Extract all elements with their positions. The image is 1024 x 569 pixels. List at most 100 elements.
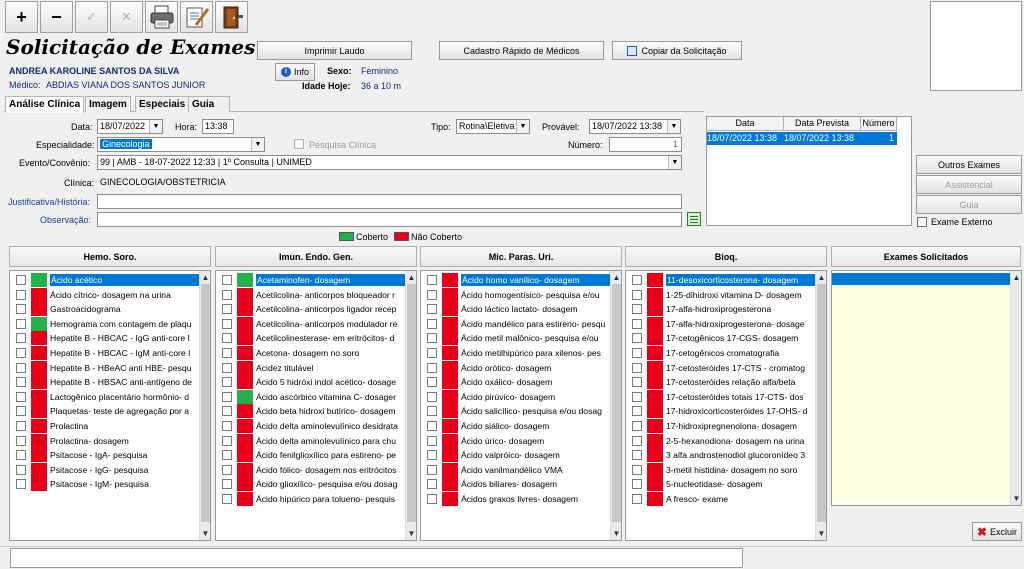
exam-checkbox[interactable]	[632, 464, 642, 475]
exam-checkbox[interactable]	[16, 275, 26, 285]
edit-document-icon[interactable]	[180, 1, 213, 33]
exam-row[interactable]: Prolactina- dosagem	[10, 433, 210, 448]
add-button[interactable]: +	[5, 1, 38, 33]
exam-checkbox[interactable]	[16, 435, 26, 446]
exam-row[interactable]: Acetilcolinesterase- em eritrócitos- d	[216, 331, 416, 346]
exam-checkbox[interactable]	[427, 333, 437, 344]
exam-checkbox[interactable]	[632, 406, 642, 417]
scrollbar[interactable]: ▲ ▼	[405, 271, 416, 540]
exam-row[interactable]: Ácido homo vanílico- dosagem	[421, 273, 621, 287]
exam-row[interactable]: Ácidos graxos livres- dosagem	[421, 492, 621, 506]
exam-row[interactable]: Ácido hipúrico para tolueno- pesquis	[216, 492, 416, 506]
exam-row[interactable]: Acetilcolina- anticorpos bloqueador r	[216, 287, 416, 302]
grid-header-number[interactable]: Número	[861, 117, 897, 131]
exam-checkbox[interactable]	[222, 391, 232, 402]
delete-button[interactable]: ✖ Excluir	[972, 522, 1022, 541]
exam-checkbox[interactable]	[427, 304, 437, 315]
exam-row[interactable]: Ácido cítrico- dosagem na urina	[10, 287, 210, 302]
exam-checkbox[interactable]	[427, 318, 437, 329]
exam-row[interactable]: Ácido salicílico- pesquisa e/ou dosag	[421, 404, 621, 419]
exam-checkbox[interactable]	[222, 435, 232, 446]
exam-checkbox[interactable]	[222, 406, 232, 417]
date-field[interactable]: 18/07/2022 ▼	[97, 119, 163, 134]
scrollbar[interactable]: ▲ ▼	[1010, 271, 1021, 505]
exam-row[interactable]: Acetaminofen- dosagem	[216, 273, 416, 287]
clinical-search-checkbox[interactable]	[294, 139, 304, 149]
grid-cell-number[interactable]: 1	[861, 132, 897, 145]
exam-row[interactable]: Ácido valpróico- dosagem	[421, 448, 621, 463]
exam-checkbox[interactable]	[632, 318, 642, 329]
exam-checkbox[interactable]	[222, 275, 232, 285]
exam-checkbox[interactable]	[222, 289, 232, 300]
exam-row[interactable]: 17-alfa-hidroxiprogesterona- dosage	[626, 316, 826, 331]
exam-checkbox[interactable]	[222, 479, 232, 490]
exam-checkbox[interactable]	[16, 406, 26, 417]
scroll-down-icon[interactable]: ▼	[406, 528, 416, 539]
scroll-thumb[interactable]	[201, 284, 210, 522]
exam-row[interactable]: Ácido metil malônico- pesquisa e/ou	[421, 331, 621, 346]
exam-checkbox[interactable]	[222, 494, 232, 504]
number-field[interactable]: 1	[609, 137, 682, 152]
scroll-up-icon[interactable]: ▲	[406, 272, 416, 283]
exam-checkbox[interactable]	[427, 289, 437, 300]
exam-row[interactable]: Psitacose - IgM- pesquisa	[10, 477, 210, 492]
exam-row[interactable]: Ácido orótico- dosagem	[421, 360, 621, 375]
exam-row[interactable]: Prolactina	[10, 419, 210, 433]
exam-checkbox[interactable]	[632, 391, 642, 402]
exam-row[interactable]: Gastroacidograma	[10, 302, 210, 317]
exam-row[interactable]: Hemograma com contagem de plaqu	[10, 316, 210, 331]
exam-row[interactable]: Ácido siálico- dosagem	[421, 419, 621, 433]
exam-row[interactable]: Ácido glioxílico- pesquisa e/ou dosag	[216, 477, 416, 492]
exam-checkbox[interactable]	[222, 464, 232, 475]
exam-checkbox[interactable]	[16, 362, 26, 373]
exam-checkbox[interactable]	[16, 421, 26, 431]
exam-row[interactable]: 3 alfa androstenodiol glucoronídeo 3	[626, 448, 826, 463]
exam-checkbox[interactable]	[16, 333, 26, 344]
exam-row[interactable]: A fresco- exame	[626, 492, 826, 506]
info-button[interactable]: i Info	[275, 63, 315, 81]
exam-row[interactable]: 17-hidroxicorticosteróides 17-OHS- d	[626, 404, 826, 419]
exam-checkbox[interactable]	[222, 421, 232, 431]
exam-checkbox[interactable]	[427, 275, 437, 285]
printer-icon[interactable]	[145, 1, 178, 33]
exam-row[interactable]: Psitacose - IgG- pesquisa	[10, 462, 210, 477]
tab-especiais[interactable]: Especiais	[135, 96, 190, 112]
notes-icon[interactable]	[687, 212, 701, 226]
tab-analise-clinica[interactable]: Análise Clínica	[5, 96, 85, 113]
exam-checkbox[interactable]	[427, 450, 437, 461]
exam-checkbox[interactable]	[632, 304, 642, 315]
exam-row[interactable]: 17-cetogênicos 17-CGS- dosagem	[626, 331, 826, 346]
exam-checkbox[interactable]	[632, 333, 642, 344]
exam-row[interactable]: Ácido beta hidroxi butírico- dosagem	[216, 404, 416, 419]
scrollbar[interactable]: ▲ ▼	[199, 271, 210, 540]
exam-checkbox[interactable]	[222, 304, 232, 315]
exam-row[interactable]: Ácido fenilglioxílico para estireno- pe	[216, 448, 416, 463]
exam-row[interactable]: 11-desoxicorticosterona- dosagem	[626, 273, 826, 287]
remove-button[interactable]: −	[40, 1, 73, 33]
exam-checkbox[interactable]	[427, 406, 437, 417]
exam-checkbox[interactable]	[427, 494, 437, 504]
scroll-down-icon[interactable]: ▼	[611, 528, 621, 539]
exam-checkbox[interactable]	[222, 318, 232, 329]
exam-checkbox[interactable]	[427, 479, 437, 490]
other-exams-button[interactable]: Outros Exames	[916, 155, 1022, 174]
exam-row[interactable]: Ácido ascórbico vitamina C- dosager	[216, 389, 416, 404]
exam-row[interactable]: 5-nucleotidase- dosagem	[626, 477, 826, 492]
exam-row[interactable]: Lactogênico placentário hormônio- d	[10, 389, 210, 404]
print-report-button[interactable]: Imprimir Laudo	[257, 41, 412, 60]
exam-checkbox[interactable]	[632, 289, 642, 300]
chevron-down-icon[interactable]: ▼	[149, 120, 162, 133]
exam-row[interactable]: Ácido acético	[10, 273, 210, 287]
grid-header-date[interactable]: Data	[707, 117, 784, 131]
scroll-up-icon[interactable]: ▲	[816, 272, 826, 283]
exam-row[interactable]: Ácido pirúvico- dosagem	[421, 389, 621, 404]
exam-checkbox[interactable]	[632, 348, 642, 358]
grid-header-expected-date[interactable]: Data Prevista	[784, 117, 861, 131]
exam-checkbox[interactable]	[222, 377, 232, 388]
exam-row[interactable]: 17-cetosteróides 17-CTS - cromatog	[626, 360, 826, 375]
exam-checkbox[interactable]	[427, 391, 437, 402]
guide-button[interactable]: Guia	[916, 195, 1022, 214]
exam-row[interactable]: Ácido delta aminolevulínico desidrata	[216, 419, 416, 433]
exam-list-hemo[interactable]: Ácido acético Ácido cítrico- dosagem na u…	[9, 270, 211, 541]
exam-checkbox[interactable]	[632, 450, 642, 461]
